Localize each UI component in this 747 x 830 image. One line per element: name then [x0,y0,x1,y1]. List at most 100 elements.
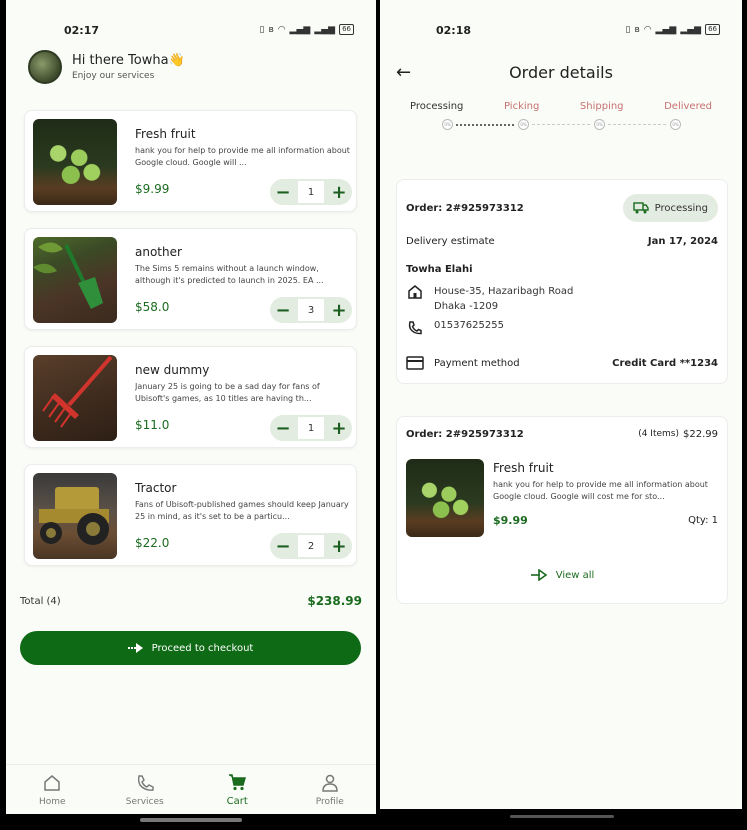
order-number: Order: 2#925973312 [406,429,524,440]
product-price: $58.0 [135,300,170,314]
bottom-nav: Home Services Cart Profile [6,764,376,814]
delivery-estimate-label: Delivery estimate [406,236,495,247]
signal-icon: ▂▄▆ [655,24,677,35]
step-dot: 0% [518,119,529,130]
home-indicator [510,815,614,818]
truck-icon [632,202,649,214]
status-time: 02:17 [64,24,100,37]
step-processing: Processing [410,101,464,112]
item-price: $9.99 [493,514,528,527]
decrement-button[interactable]: − [270,415,296,441]
items-total: $22.99 [683,429,718,440]
phone-number[interactable]: 01537625255 [434,320,504,331]
product-image-fresh-fruit [33,119,117,205]
payment-row: Payment method Credit Card **1234 [406,356,718,370]
decrement-button[interactable]: − [270,533,296,559]
bluetooth-icon: ʙ [268,24,274,35]
quantity-value: 3 [298,299,324,321]
delivery-date: Jan 17, 2024 [647,236,718,247]
signal-icon: ▂▄▆ [289,24,311,35]
home-icon [44,774,60,791]
product-image-fresh-fruit [406,459,484,537]
increment-button[interactable]: + [326,415,352,441]
nav-profile[interactable]: Profile [284,765,377,814]
total-value: $238.99 [307,594,362,608]
quantity-stepper: − 1 + [270,415,352,441]
product-name: another [135,245,182,259]
credit-card-icon [406,356,424,370]
quantity-stepper: − 3 + [270,297,352,323]
product-name: Fresh fruit [135,127,196,141]
decrement-button[interactable]: − [270,297,296,323]
home-icon [408,285,422,299]
wifi-icon: ◠ [277,24,286,35]
increment-button[interactable]: + [326,297,352,323]
order-summary-card: Order: 2#925973312 Processing Delivery e… [396,179,728,384]
greeting-header: Hi there Towha👋 Enjoy our services [28,50,185,84]
item-name: Fresh fruit [493,461,554,475]
progress-line [608,124,666,125]
nav-home[interactable]: Home [6,765,99,814]
nav-label: Services [125,796,164,807]
nav-cart[interactable]: Cart [191,765,284,814]
product-price: $9.99 [135,182,170,196]
view-all-label: View all [555,569,595,581]
proceed-to-checkout-button[interactable]: Proceed to checkout [20,631,361,665]
product-image-shovel [33,237,117,323]
increment-button[interactable]: + [326,533,352,559]
product-image-rake [33,355,117,441]
home-indicator [140,818,242,822]
step-shipping: Shipping [579,101,624,112]
vibrate-icon: ▯ [625,24,631,35]
address-row: House-35, Hazaribagh Road Dhaka -1209 [406,284,573,314]
cart-item[interactable]: new dummy January 25 is going to be a sa… [24,346,357,448]
vibrate-icon: ▯ [259,24,265,35]
status-bar: 02:17 ▯ ʙ ◠ ▂▄▆ ▂▄▆ 66 [6,22,376,40]
arrow-right-icon [530,569,548,581]
quantity-stepper: − 1 + [270,179,352,205]
status-bar: 02:18 ▯ ʙ ◠ ▂▄▆ ▂▄▆ 66 [380,22,742,40]
view-all-button[interactable]: View all [397,569,727,581]
quantity-value: 1 [298,181,324,203]
total-row: Total (4) $238.99 [20,594,362,608]
step-dot: 0% [670,119,681,130]
order-progress-steps: Processing Picking Shipping Delivered [410,101,712,112]
progress-line [456,124,514,126]
items-count: (4 Items) [638,429,679,439]
total-label: Total (4) [20,595,61,607]
product-description: hank you for help to provide me all info… [135,146,350,167]
nav-services[interactable]: Services [99,765,192,814]
status-badge: Processing [622,194,718,222]
order-details-screen: 02:18 ▯ ʙ ◠ ▂▄▆ ▂▄▆ 66 ← Order details P… [380,0,742,809]
product-description: The Sims 5 remains without a launch wind… [135,264,324,285]
increment-button[interactable]: + [326,179,352,205]
status-text: Processing [654,202,708,214]
order-number: Order: 2#925973312 [406,202,524,214]
signal-icon-2: ▂▄▆ [314,24,336,35]
page-title: Order details [509,63,613,82]
progress-track: 0% 0% 0% 0% [442,119,686,131]
step-delivered: Delivered [664,101,712,112]
payment-method-value: Credit Card **1234 [612,357,718,369]
item-qty: Qty: 1 [688,515,718,526]
order-items-card: Order: 2#925973312 (4 Items) $22.99 Fres… [396,416,728,604]
bluetooth-icon: ʙ [634,24,640,35]
greeting-title: Hi there Towha👋 [72,53,185,68]
quantity-value: 1 [298,417,324,439]
phone-icon [408,321,422,335]
cart-screen: 02:17 ▯ ʙ ◠ ▂▄▆ ▂▄▆ 66 Hi there Towha👋 E… [6,0,376,814]
status-time: 02:18 [436,24,472,37]
address-text: House-35, Hazaribagh Road Dhaka -1209 [434,286,574,312]
product-description: Fans of Ubisoft-published games should k… [135,500,349,521]
person-icon [321,774,338,792]
product-price: $11.0 [135,418,170,432]
avatar[interactable] [28,50,62,84]
cart-item[interactable]: Tractor Fans of Ubisoft-published games … [24,464,357,566]
quantity-stepper: − 2 + [270,533,352,559]
login-arrow-icon [127,643,143,653]
cart-item[interactable]: Fresh fruit hank you for help to provide… [24,110,357,212]
decrement-button[interactable]: − [270,179,296,205]
nav-label: Profile [315,796,344,807]
product-price: $22.0 [135,536,170,550]
cart-item[interactable]: another The Sims 5 remains without a lau… [24,228,357,330]
